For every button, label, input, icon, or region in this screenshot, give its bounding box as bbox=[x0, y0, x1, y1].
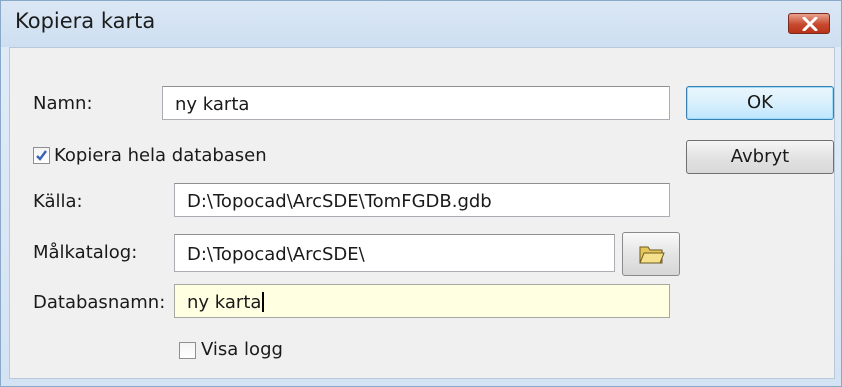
name-label: Namn: bbox=[33, 93, 93, 114]
show-log-label[interactable]: Visa logg bbox=[201, 339, 283, 360]
close-icon bbox=[802, 17, 818, 31]
text-caret bbox=[262, 292, 265, 312]
dialog-window: Kopiera karta Namn: ny karta OK Avbryt K… bbox=[0, 0, 842, 387]
source-field[interactable]: D:\Topocad\ArcSDE\TomFGDB.gdb bbox=[174, 183, 670, 217]
target-label: Målkatalog: bbox=[33, 242, 138, 263]
folder-icon bbox=[639, 246, 665, 264]
check-mark-icon bbox=[36, 150, 47, 161]
dialog-content: Namn: ny karta OK Avbryt Kopiera hela da… bbox=[9, 47, 835, 379]
name-input[interactable]: ny karta bbox=[162, 86, 670, 120]
title-bar[interactable]: Kopiera karta bbox=[1, 1, 841, 47]
cancel-button[interactable]: Avbryt bbox=[686, 140, 834, 174]
show-log-checkbox[interactable] bbox=[179, 342, 196, 359]
database-name-input[interactable]: ny karta bbox=[174, 284, 670, 318]
copy-database-label[interactable]: Kopiera hela databasen bbox=[54, 145, 267, 166]
copy-database-checkbox[interactable] bbox=[33, 147, 50, 164]
database-name-value: ny karta bbox=[187, 292, 262, 313]
target-directory-field[interactable]: D:\Topocad\ArcSDE\ bbox=[174, 234, 615, 272]
source-label: Källa: bbox=[33, 191, 83, 212]
ok-button[interactable]: OK bbox=[686, 86, 834, 120]
close-button[interactable] bbox=[788, 13, 830, 34]
database-name-label: Databasnamn: bbox=[33, 292, 166, 313]
browse-button[interactable] bbox=[622, 232, 680, 276]
window-title: Kopiera karta bbox=[15, 9, 156, 33]
